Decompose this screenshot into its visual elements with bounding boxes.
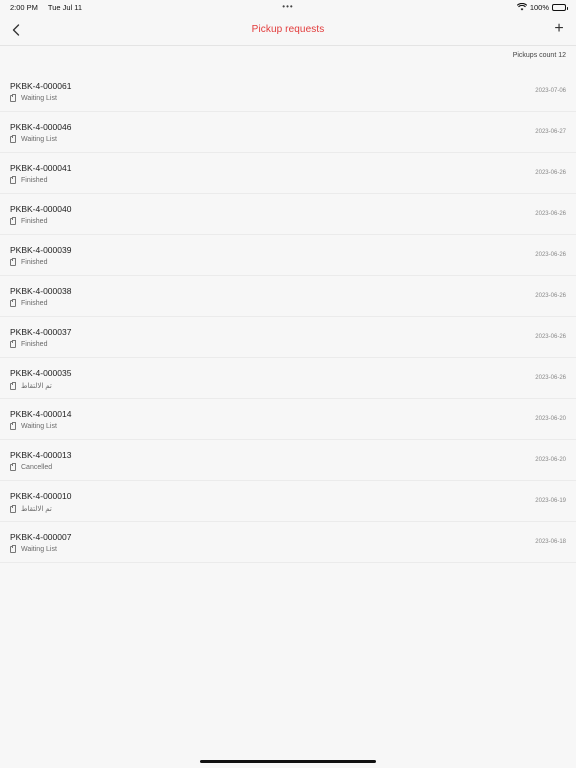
pickup-date: 2023-06-20 bbox=[535, 416, 566, 422]
status-bar: 2:00 PM Tue Jul 11 ••• 100% bbox=[0, 0, 576, 14]
navigation-bar: Pickup requests + bbox=[0, 14, 576, 46]
pickup-status: Finished bbox=[10, 340, 48, 348]
pickup-id: PKBK-4-000007 bbox=[10, 532, 72, 542]
pickup-status-text: Cancelled bbox=[21, 464, 53, 471]
pickup-status: Finished bbox=[10, 299, 48, 307]
pickup-status: Waiting List bbox=[10, 545, 57, 553]
pickup-list: PKBK-4-000061 Waiting List 2023-07-06 PKBK-… bbox=[0, 71, 576, 563]
list-item[interactable]: PKBK-4-000014 Waiting List 2023-06-20 bbox=[0, 399, 576, 440]
pickup-status-text: Finished bbox=[21, 300, 48, 307]
pickup-date: 2023-06-26 bbox=[535, 211, 566, 217]
pickup-status-text: Finished bbox=[21, 177, 48, 184]
list-item[interactable]: PKBK-4-000007 Waiting List 2023-06-18 bbox=[0, 522, 576, 563]
page-title: Pickup requests bbox=[251, 24, 325, 35]
clipboard-icon bbox=[10, 340, 16, 348]
pickup-id: PKBK-4-000014 bbox=[10, 409, 72, 419]
battery-icon bbox=[552, 3, 568, 11]
pickup-id: PKBK-4-000039 bbox=[10, 245, 72, 255]
pickup-id: PKBK-4-000040 bbox=[10, 204, 72, 214]
home-indicator[interactable] bbox=[200, 760, 376, 763]
list-item[interactable]: PKBK-4-000013 Cancelled 2023-06-20 bbox=[0, 440, 576, 481]
multitasking-dots[interactable]: ••• bbox=[0, 2, 576, 11]
pickup-date: 2023-06-20 bbox=[535, 457, 566, 463]
pickup-id: PKBK-4-000035 bbox=[10, 368, 72, 378]
pickup-status-text: Waiting List bbox=[21, 136, 57, 143]
pickup-status-text: Waiting List bbox=[21, 546, 57, 553]
clipboard-icon bbox=[10, 381, 16, 390]
pickup-status-text: Waiting List bbox=[21, 95, 57, 102]
pickup-date: 2023-06-26 bbox=[535, 334, 566, 340]
list-item[interactable]: PKBK-4-000038 Finished 2023-06-26 bbox=[0, 276, 576, 317]
clipboard-icon bbox=[10, 545, 16, 553]
pickup-status: Waiting List bbox=[10, 135, 57, 143]
clipboard-icon bbox=[10, 217, 16, 225]
pickup-status-text: تم الالتقاط bbox=[21, 383, 52, 390]
pickup-date: 2023-07-06 bbox=[535, 88, 566, 94]
clipboard-icon bbox=[10, 94, 16, 102]
pickup-date: 2023-06-19 bbox=[535, 498, 566, 504]
pickup-status: تم الالتقاط bbox=[10, 504, 52, 513]
pickup-date: 2023-06-27 bbox=[535, 129, 566, 135]
pickup-id: PKBK-4-000041 bbox=[10, 163, 72, 173]
pickup-status: Finished bbox=[10, 217, 48, 225]
pickup-status: تم الالتقاط bbox=[10, 381, 52, 390]
pickup-id: PKBK-4-000046 bbox=[10, 122, 72, 132]
pickup-date: 2023-06-26 bbox=[535, 375, 566, 381]
clipboard-icon bbox=[10, 463, 16, 471]
pickup-date: 2023-06-18 bbox=[535, 539, 566, 545]
pickup-status-text: Finished bbox=[21, 259, 48, 266]
pickup-id: PKBK-4-000038 bbox=[10, 286, 72, 296]
clipboard-icon bbox=[10, 176, 16, 184]
clipboard-icon bbox=[10, 504, 16, 513]
add-button[interactable]: + bbox=[550, 20, 568, 38]
pickup-id: PKBK-4-000061 bbox=[10, 81, 72, 91]
chevron-left-icon bbox=[12, 24, 20, 36]
pickups-count: Pickups count 12 bbox=[512, 52, 566, 59]
clipboard-icon bbox=[10, 422, 16, 430]
list-item[interactable]: PKBK-4-000046 Waiting List 2023-06-27 bbox=[0, 112, 576, 153]
pickup-status: Waiting List bbox=[10, 94, 57, 102]
pickup-id: PKBK-4-000037 bbox=[10, 327, 72, 337]
list-item[interactable]: PKBK-4-000035 تم الالتقاط 2023-06-26 bbox=[0, 358, 576, 399]
pickup-status-text: Finished bbox=[21, 218, 48, 225]
pickup-status: Finished bbox=[10, 176, 48, 184]
pickup-status: Cancelled bbox=[10, 463, 53, 471]
pickup-date: 2023-06-26 bbox=[535, 170, 566, 176]
list-item[interactable]: PKBK-4-000010 تم الالتقاط 2023-06-19 bbox=[0, 481, 576, 522]
pickup-id: PKBK-4-000010 bbox=[10, 491, 72, 501]
pickup-status-text: Finished bbox=[21, 341, 48, 348]
pickup-status: Finished bbox=[10, 258, 48, 266]
pickup-status: Waiting List bbox=[10, 422, 57, 430]
pickup-id: PKBK-4-000013 bbox=[10, 450, 72, 460]
pickup-date: 2023-06-26 bbox=[535, 252, 566, 258]
clipboard-icon bbox=[10, 299, 16, 307]
clipboard-icon bbox=[10, 258, 16, 266]
pickup-date: 2023-06-26 bbox=[535, 293, 566, 299]
list-item[interactable]: PKBK-4-000040 Finished 2023-06-26 bbox=[0, 194, 576, 235]
list-item[interactable]: PKBK-4-000037 Finished 2023-06-26 bbox=[0, 317, 576, 358]
pickup-status-text: تم الالتقاط bbox=[21, 506, 52, 513]
list-item[interactable]: PKBK-4-000061 Waiting List 2023-07-06 bbox=[0, 71, 576, 112]
list-item[interactable]: PKBK-4-000039 Finished 2023-06-26 bbox=[0, 235, 576, 276]
clipboard-icon bbox=[10, 135, 16, 143]
back-button[interactable] bbox=[8, 22, 24, 38]
list-item[interactable]: PKBK-4-000041 Finished 2023-06-26 bbox=[0, 153, 576, 194]
pickup-status-text: Waiting List bbox=[21, 423, 57, 430]
